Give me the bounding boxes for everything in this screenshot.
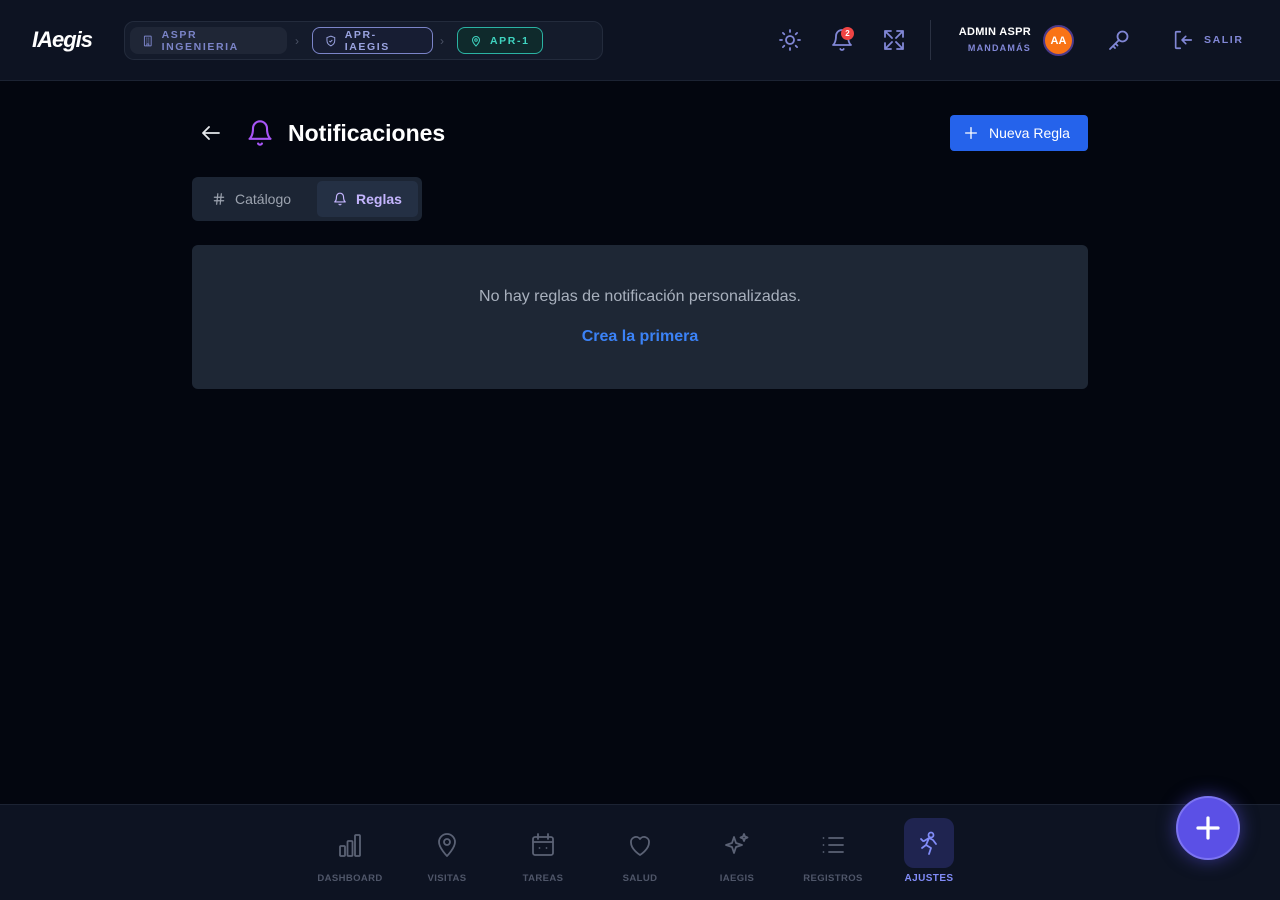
breadcrumb-project-label: APR-IAEGIS [344, 28, 390, 53]
bell-icon [334, 192, 346, 206]
nav-item-registros[interactable]: REGISTROS [788, 827, 878, 891]
user-role: MANDAMÁS [967, 43, 1031, 53]
page-title: Notificaciones [288, 120, 446, 146]
new-rule-button[interactable]: Nueva Regla [950, 115, 1088, 151]
tab-bar: Catálogo Reglas [192, 177, 422, 221]
breadcrumb-organization[interactable]: ASPR INGENIERIA [130, 27, 287, 54]
top-bar: IAegis ASPR INGENIERIA › APR-IAEGIS › AP… [0, 0, 1280, 81]
notification-count-badge: 2 [841, 27, 854, 40]
nav-active-indicator [904, 818, 954, 868]
nav-item-salud[interactable]: SALUD [595, 827, 685, 891]
nav-item-dashboard[interactable]: DASHBOARD [305, 827, 395, 891]
empty-state-message: No hay reglas de notificación personaliz… [479, 288, 801, 305]
tab-rules-label: Reglas [356, 191, 402, 207]
theme-toggle-button[interactable] [778, 28, 802, 52]
nav-item-tareas[interactable]: TAREAS [498, 827, 588, 891]
new-rule-label: Nueva Regla [989, 125, 1070, 141]
avatar[interactable]: AA [1043, 25, 1074, 56]
sparkles-icon [725, 833, 749, 854]
list-icon [822, 837, 844, 853]
breadcrumb: ASPR INGENIERIA › APR-IAEGIS › APR-1 [124, 21, 603, 60]
user-name: ADMIN ASPR [958, 26, 1031, 38]
nav-item-ajustes[interactable]: AJUSTES [884, 818, 974, 891]
tab-rules[interactable]: Reglas [317, 181, 418, 217]
page-bell-icon [246, 119, 274, 147]
building-icon [143, 35, 152, 46]
nav-item-iaegis[interactable]: IAEGIS [692, 827, 782, 891]
nav-label-dashboard: DASHBOARD [317, 873, 383, 884]
bottom-nav: DASHBOARD VISITAS TAREAS SALUD IAEGIS RE… [0, 804, 1280, 900]
shield-icon [326, 35, 336, 46]
nav-label-tareas: TAREAS [522, 873, 564, 884]
logout-label: SALIR [1204, 34, 1244, 46]
quick-add-button[interactable] [1176, 796, 1240, 860]
tab-catalog-label: Catálogo [235, 191, 292, 207]
breadcrumb-organization-label: ASPR INGENIERIA [161, 28, 239, 53]
create-first-rule-link[interactable]: Crea la primera [192, 328, 1088, 346]
change-password-button[interactable] [1107, 28, 1131, 52]
app-logo[interactable]: IAegis [32, 27, 93, 53]
settings-icon [920, 831, 937, 855]
map-pin-icon [438, 833, 456, 857]
nav-label-ajustes: AJUSTES [904, 873, 954, 884]
nav-label-salud: SALUD [622, 873, 658, 884]
breadcrumb-site[interactable]: APR-1 [457, 27, 543, 54]
chevron-right-icon: › [440, 34, 444, 48]
tab-catalog[interactable]: Catálogo [196, 181, 315, 217]
logout-icon [1174, 30, 1193, 50]
nav-label-iaegis: IAEGIS [719, 873, 755, 884]
sun-icon [779, 29, 801, 51]
nav-label-visitas: VISITAS [427, 873, 467, 884]
hash-icon [213, 193, 225, 205]
map-pin-icon [471, 35, 481, 47]
plus-icon [1196, 816, 1220, 840]
nav-label-registros: REGISTROS [803, 873, 863, 884]
arrow-left-icon [202, 126, 220, 140]
breadcrumb-project[interactable]: APR-IAEGIS [312, 27, 433, 54]
breadcrumb-site-label: APR-1 [490, 34, 530, 47]
plus-icon [965, 127, 977, 139]
key-icon [1109, 30, 1129, 50]
logout-button[interactable]: SALIR [1172, 28, 1244, 52]
heart-icon [630, 836, 650, 856]
bell-icon [248, 120, 272, 146]
back-button[interactable] [199, 121, 223, 145]
chevron-right-icon: › [295, 34, 299, 48]
calendar-icon [532, 833, 554, 856]
bar-chart-icon [339, 834, 361, 857]
nav-item-visitas[interactable]: VISITAS [402, 827, 492, 891]
empty-state-card: No hay reglas de notificación personaliz… [192, 245, 1088, 389]
